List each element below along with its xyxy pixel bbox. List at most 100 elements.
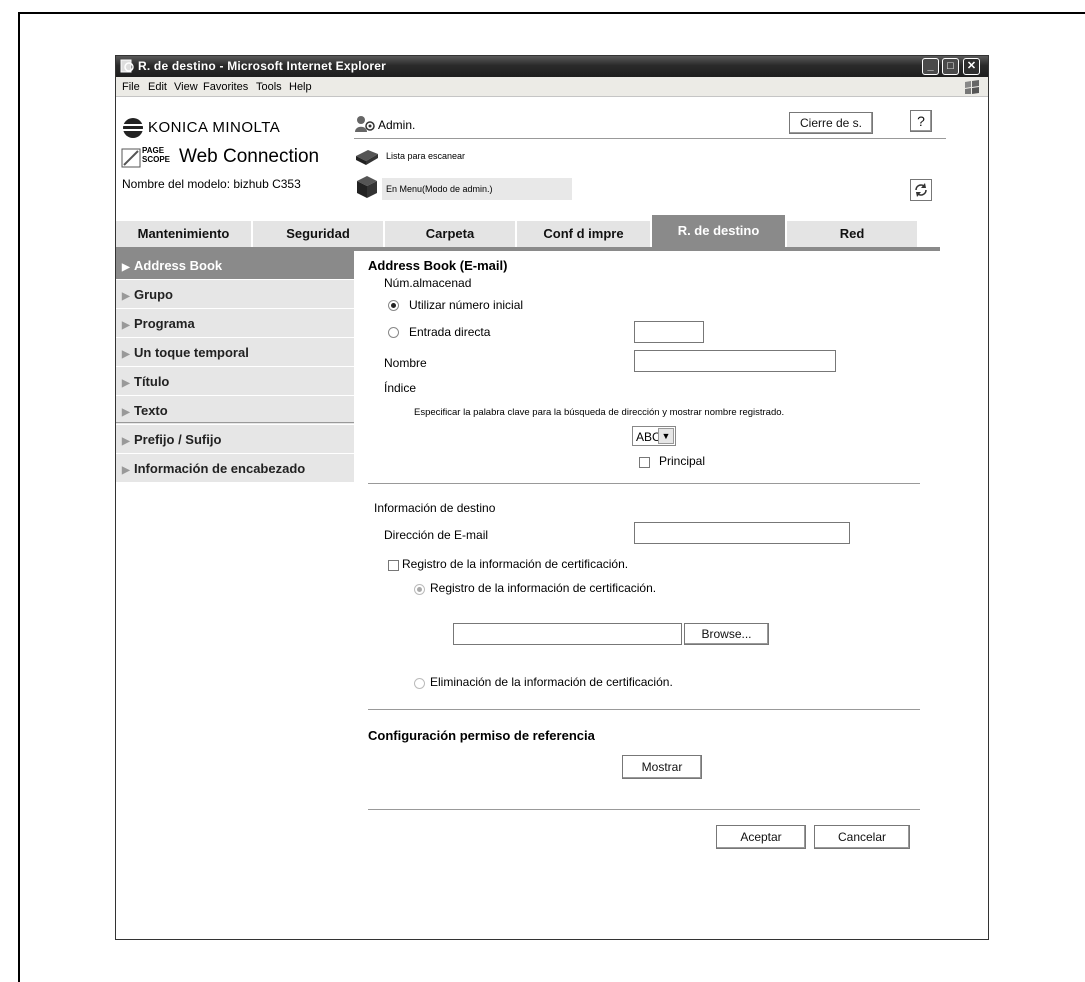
sidebar-item-address-book[interactable]: ▶ Address Book bbox=[116, 251, 354, 280]
reference-permission-heading: Configuración permiso de referencia bbox=[368, 728, 595, 743]
sidebar-item-label: Información de encabezado bbox=[134, 461, 306, 476]
tab-label: R. de destino bbox=[677, 223, 760, 238]
arrow-right-icon: ▶ bbox=[122, 291, 130, 302]
storage-number-label: Núm.almacenad bbox=[384, 276, 472, 290]
minimize-button[interactable]: _ bbox=[922, 58, 939, 75]
cert-delete-label: Eliminación de la información de certifi… bbox=[430, 675, 673, 689]
menu-file[interactable]: File bbox=[122, 77, 140, 97]
direct-entry-input[interactable] bbox=[634, 321, 704, 343]
sidebar-item-label: Prefijo / Sufijo bbox=[134, 432, 222, 447]
arrow-right-icon: ▶ bbox=[122, 378, 130, 389]
arrow-right-icon: ▶ bbox=[122, 320, 130, 331]
index-select[interactable]: ABC ▼ bbox=[632, 426, 676, 446]
index-select-value: ABC bbox=[636, 430, 661, 444]
tab-conf-impre[interactable]: Conf d impre bbox=[517, 221, 650, 247]
principal-label: Principal bbox=[659, 454, 706, 468]
menu-favorites[interactable]: Favorites bbox=[203, 77, 248, 97]
chevron-down-icon: ▼ bbox=[658, 428, 674, 444]
arrow-right-icon: ▶ bbox=[122, 262, 130, 273]
tab-label: Seguridad bbox=[286, 226, 350, 241]
sidebar-item-prefijo-sufijo[interactable]: ▶ Prefijo / Sufijo bbox=[116, 425, 354, 454]
accept-button-label: Aceptar bbox=[740, 830, 782, 844]
sidebar-item-programa[interactable]: ▶ Programa bbox=[116, 309, 354, 338]
menu-help[interactable]: Help bbox=[289, 77, 312, 97]
cancel-button[interactable]: Cancelar bbox=[814, 825, 910, 849]
tab-mantenimiento[interactable]: Mantenimiento bbox=[116, 221, 251, 247]
konica-minolta-logo-icon bbox=[123, 118, 143, 138]
menu-edit[interactable]: Edit bbox=[148, 77, 167, 97]
help-button[interactable]: ? bbox=[910, 110, 932, 132]
show-button-label: Mostrar bbox=[641, 760, 683, 774]
index-label: Índice bbox=[384, 381, 417, 395]
maximize-button[interactable]: □ bbox=[942, 58, 959, 75]
maximize-icon: □ bbox=[947, 60, 954, 72]
refresh-icon bbox=[915, 183, 927, 197]
cert-delete-radio[interactable] bbox=[414, 678, 425, 689]
cert-registration-radio-label: Registro de la información de certificac… bbox=[430, 581, 657, 595]
sidebar-item-label: Grupo bbox=[134, 287, 173, 302]
destination-info-label: Información de destino bbox=[374, 501, 496, 515]
direct-entry-radio[interactable] bbox=[388, 327, 399, 338]
model-name: Nombre del modelo: bizhub C353 bbox=[122, 177, 301, 191]
sidebar-item-grupo[interactable]: ▶ Grupo bbox=[116, 280, 354, 309]
window-title: R. de destino - Microsoft Internet Explo… bbox=[138, 59, 386, 73]
sidebar: ▶ Address Book ▶ Grupo ▶ Programa ▶ Un toque… bbox=[116, 251, 354, 483]
sidebar-item-informacion-encabezado[interactable]: ▶ Información de encabezado bbox=[116, 454, 354, 483]
sidebar-item-titulo[interactable]: ▶ Título bbox=[116, 367, 354, 396]
use-initial-number-label: Utilizar número inicial bbox=[409, 298, 524, 312]
section-divider bbox=[368, 809, 920, 810]
email-label: Dirección de E-mail bbox=[384, 528, 489, 542]
name-label: Nombre bbox=[384, 356, 427, 370]
admin-label: Admin. bbox=[378, 118, 416, 132]
tab-r-de-destino[interactable]: R. de destino bbox=[652, 215, 785, 247]
browse-button[interactable]: Browse... bbox=[684, 623, 769, 645]
title-bar: R. de destino - Microsoft Internet Explo… bbox=[116, 56, 988, 77]
sidebar-item-label: Título bbox=[134, 374, 170, 389]
accept-button[interactable]: Aceptar bbox=[716, 825, 806, 849]
refresh-button[interactable] bbox=[910, 179, 932, 201]
nav-tabs: Mantenimiento Seguridad Carpeta Conf d i… bbox=[116, 215, 988, 247]
admin-user-icon bbox=[355, 116, 375, 132]
tab-carpeta[interactable]: Carpeta bbox=[385, 221, 515, 247]
index-hint: Especificar la palabra clave para la bús… bbox=[414, 407, 785, 418]
cert-registration-radio[interactable] bbox=[414, 584, 425, 595]
menu-bar: File Edit View Favorites Tools Help bbox=[116, 77, 988, 97]
help-icon: ? bbox=[917, 113, 925, 129]
page-content: KONICA MINOLTA PAGE SCOPE Web Connection… bbox=[116, 98, 988, 939]
sidebar-item-texto[interactable]: ▶ Texto bbox=[116, 396, 354, 425]
logout-button-label: Cierre de s. bbox=[799, 116, 863, 130]
ie-page-icon bbox=[120, 59, 134, 73]
browse-button-label: Browse... bbox=[701, 627, 752, 641]
principal-checkbox[interactable] bbox=[639, 457, 650, 468]
minimize-icon: _ bbox=[927, 60, 934, 72]
name-input[interactable] bbox=[634, 350, 836, 372]
windows-flag-icon bbox=[965, 80, 979, 94]
scanner-icon bbox=[356, 150, 378, 165]
printer-icon bbox=[357, 176, 377, 198]
tab-label: Red bbox=[839, 226, 865, 241]
email-input[interactable] bbox=[634, 522, 850, 544]
cert-registration-checkbox[interactable] bbox=[388, 560, 399, 571]
menu-tools[interactable]: Tools bbox=[256, 77, 282, 97]
section-divider bbox=[368, 709, 920, 710]
form-heading: Address Book (E-mail) bbox=[368, 258, 508, 273]
sidebar-item-label: Address Book bbox=[134, 258, 223, 273]
sidebar-item-label: Texto bbox=[134, 403, 168, 418]
use-initial-number-radio[interactable] bbox=[388, 300, 399, 311]
cancel-button-label: Cancelar bbox=[837, 830, 887, 844]
scan-status: Lista para escanear bbox=[386, 151, 466, 161]
close-button[interactable]: ✕ bbox=[963, 58, 980, 75]
tab-label: Mantenimiento bbox=[137, 226, 230, 241]
tab-red[interactable]: Red bbox=[787, 221, 917, 247]
cert-file-input[interactable] bbox=[453, 623, 682, 645]
sidebar-item-label: Un toque temporal bbox=[134, 345, 249, 360]
sidebar-item-un-toque-temporal[interactable]: ▶ Un toque temporal bbox=[116, 338, 354, 367]
arrow-right-icon: ▶ bbox=[122, 436, 130, 447]
tab-label: Conf d impre bbox=[543, 226, 624, 241]
cert-registration-check-label: Registro de la información de certificac… bbox=[402, 557, 629, 571]
menu-view[interactable]: View bbox=[174, 77, 198, 97]
page-scope-bottom: SCOPE bbox=[142, 155, 171, 164]
logout-button[interactable]: Cierre de s. bbox=[789, 112, 873, 134]
show-button[interactable]: Mostrar bbox=[622, 755, 702, 779]
tab-seguridad[interactable]: Seguridad bbox=[253, 221, 383, 247]
